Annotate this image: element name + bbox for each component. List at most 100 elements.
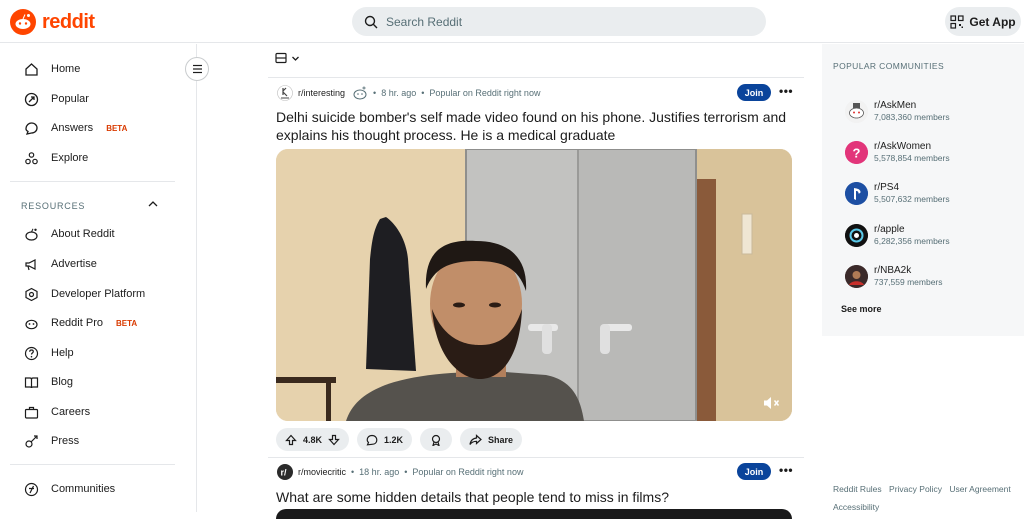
get-app-button[interactable]: Get App <box>945 7 1021 36</box>
left-sidebar: Home Popular Answers BETA Explore RESOUR… <box>0 44 197 512</box>
layout-card-icon <box>275 52 287 64</box>
askwomen-avatar: ? <box>845 141 868 164</box>
sidebar-item-help[interactable]: Help <box>22 343 74 363</box>
sidebar-item-careers[interactable]: Careers <box>22 402 90 422</box>
feed-divider <box>268 457 804 458</box>
downvote-icon[interactable] <box>328 434 340 446</box>
post-meta: r/interesting • 8 hr. ago • Popular on R… <box>277 85 540 101</box>
post-video[interactable] <box>276 149 792 421</box>
top-header: reddit Get App <box>0 0 1024 43</box>
menu-icon <box>192 64 202 74</box>
award-button[interactable] <box>420 428 453 451</box>
share-label: Share <box>488 434 514 445</box>
see-more-link[interactable]: See more <box>841 304 882 314</box>
community-name: r/AskWomen <box>874 141 932 152</box>
reddit-logo[interactable]: reddit <box>10 9 95 35</box>
collapse-sidebar-button[interactable] <box>185 57 209 81</box>
community-members: 737,559 members <box>874 277 943 287</box>
community-item[interactable]: r/NBA2k 737,559 members <box>845 265 943 288</box>
help-icon <box>22 344 40 362</box>
sidebar-item-reddit-pro[interactable]: Reddit Pro BETA <box>22 313 137 333</box>
sidebar-item-label: Explore <box>51 152 89 164</box>
community-item[interactable]: r/AskMen 7,083,360 members <box>845 100 950 123</box>
sidebar-item-answers[interactable]: Answers BETA <box>22 118 127 138</box>
nba2k-avatar <box>845 265 868 288</box>
post-media-preview[interactable] <box>276 509 792 519</box>
askmen-avatar <box>845 100 868 123</box>
more-options-icon[interactable]: ••• <box>779 463 793 477</box>
footer-link-accessibility[interactable]: Accessibility <box>833 502 879 512</box>
community-members: 7,083,360 members <box>874 112 950 122</box>
popular-note: Popular on Reddit right now <box>429 88 541 98</box>
muted-speaker-icon[interactable] <box>762 395 782 411</box>
chevron-up-icon[interactable] <box>147 198 159 210</box>
get-app-label: Get App <box>969 14 1016 29</box>
video-frame-illustration <box>276 149 792 421</box>
post-meta: r/ r/moviecritic • 18 hr. ago • Popular … <box>277 464 523 480</box>
sidebar-item-label: Advertise <box>51 258 97 270</box>
footer-link-rules[interactable]: Reddit Rules <box>833 484 882 494</box>
share-button[interactable]: Share <box>460 428 523 451</box>
footer-link-privacy[interactable]: Privacy Policy <box>889 484 942 494</box>
interesting-subreddit-icon <box>277 85 293 101</box>
reddit-alien-icon <box>22 225 40 243</box>
sidebar-item-label: Help <box>51 347 74 359</box>
share-icon <box>469 433 482 445</box>
footer-link-user-agreement[interactable]: User Agreement <box>949 484 1010 494</box>
sidebar-item-label: Careers <box>51 406 91 418</box>
popular-icon <box>22 90 40 108</box>
qr-code-icon <box>950 14 964 29</box>
community-item[interactable]: r/PS4 5,507,632 members <box>845 182 950 205</box>
sidebar-item-about-reddit[interactable]: About Reddit <box>22 224 115 244</box>
sidebar-item-press[interactable]: Press <box>22 431 79 451</box>
community-item[interactable]: ? r/AskWomen 5,578,854 members <box>845 141 950 164</box>
sidebar-item-label: Home <box>51 63 81 75</box>
sidebar-item-blog[interactable]: Blog <box>22 372 73 392</box>
search-bar[interactable] <box>352 7 766 36</box>
vote-count: 4.8K <box>303 434 323 445</box>
subreddit-name[interactable]: r/moviecritic <box>298 467 346 477</box>
join-button[interactable]: Join <box>737 463 771 480</box>
subreddit-avatar[interactable] <box>277 85 293 101</box>
sidebar-item-label: Popular <box>51 93 89 105</box>
more-options-icon[interactable]: ••• <box>779 84 793 98</box>
sidebar-item-label: Developer Platform <box>51 288 146 300</box>
comment-count: 1.2K <box>384 434 404 445</box>
post-actions: 4.8K 1.2K Share <box>276 428 523 451</box>
sidebar-item-communities[interactable]: Communities <box>22 479 115 499</box>
beta-badge: BETA <box>115 318 138 328</box>
sidebar-item-label: Reddit Pro <box>51 317 103 329</box>
subreddit-name[interactable]: r/interesting <box>298 88 345 98</box>
subreddit-avatar[interactable]: r/ <box>277 464 293 480</box>
search-input[interactable] <box>386 14 746 29</box>
join-button[interactable]: Join <box>737 84 771 101</box>
reddit-snoo-icon <box>10 9 36 35</box>
upvote-icon[interactable] <box>285 434 297 446</box>
press-icon <box>22 432 40 450</box>
community-name: r/NBA2k <box>874 265 912 276</box>
sidebar-item-popular[interactable]: Popular <box>22 89 89 109</box>
moviecritic-subreddit-icon: r/ <box>281 468 288 478</box>
reddit-pro-icon <box>22 314 40 332</box>
resources-heading[interactable]: RESOURCES <box>21 201 85 211</box>
comments-button[interactable]: 1.2K <box>357 428 413 451</box>
sidebar-item-developer-platform[interactable]: Developer Platform <box>22 284 145 304</box>
explore-icon <box>22 149 40 167</box>
feed-view-toggle[interactable] <box>275 52 300 64</box>
community-members: 5,578,854 members <box>874 153 950 163</box>
post-title[interactable]: Delhi suicide bomber's self made video f… <box>276 108 796 144</box>
sidebar-item-label: About Reddit <box>51 228 115 240</box>
sidebar-item-explore[interactable]: Explore <box>22 148 88 168</box>
community-item[interactable]: r/apple 6,282,356 members <box>845 224 950 247</box>
careers-icon <box>22 403 40 421</box>
svg-text:?: ? <box>853 146 861 161</box>
sidebar-item-advertise[interactable]: Advertise <box>22 254 97 274</box>
footer-links: Reddit Rules Privacy Policy User Agreeme… <box>833 480 1018 516</box>
comment-icon <box>366 434 378 446</box>
snoo-icon <box>353 86 367 100</box>
sidebar-divider <box>10 464 175 465</box>
sidebar-item-home[interactable]: Home <box>22 59 80 79</box>
post-time: 8 hr. ago <box>381 88 417 98</box>
developer-icon <box>22 285 40 303</box>
post-title[interactable]: What are some hidden details that people… <box>276 488 796 506</box>
